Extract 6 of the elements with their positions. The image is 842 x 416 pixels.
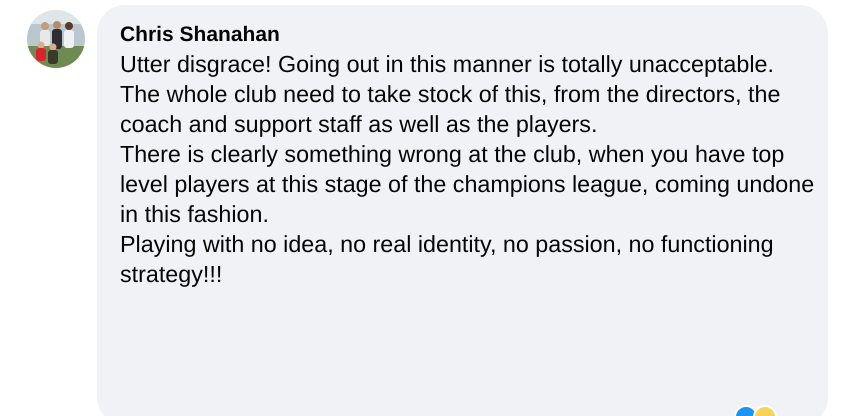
comment-text: The whole club need to take stock of this, from the directors, the coach and support staff as well as the players. [120,80,782,139]
comment-text: Playing with no idea, no real identity, no passion, no functioning strategy!!! [120,230,775,289]
comment-text: There is clearly something wrong at the club, when you have top level players at this stage of the champions league, coming undone in this fashion. [120,140,816,229]
reaction-icons[interactable] [734,405,778,416]
comment-text: Utter disgrace! Going out in this manner is totally unacceptable. [120,50,775,79]
author-name[interactable]: Chris Shanahan [120,21,808,49]
